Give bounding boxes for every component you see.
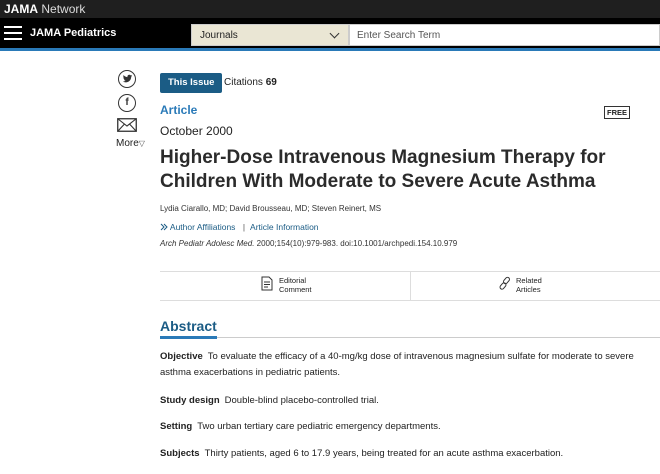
chevron-down-icon [329, 28, 340, 39]
journals-dropdown[interactable]: Journals [191, 24, 349, 46]
double-chevron-icon [160, 223, 168, 231]
abstract-subjects: Subjects Thirty patients, aged 6 to 17.9 … [160, 446, 660, 462]
jama-network-logo[interactable]: JAMA Network [4, 2, 85, 16]
abstract-objective: Objective To evaluate the efficacy of a 4… [160, 349, 660, 381]
abstract-setting: Setting Two urban tertiary care pediatric… [160, 419, 660, 435]
document-icon [261, 276, 273, 291]
abstract-section-label: Subjects [160, 448, 200, 459]
top-bar: JAMA Network [0, 0, 660, 18]
abstract-section-text: Two urban tertiary care pediatric emerge… [197, 421, 441, 432]
nav-bar: JAMA Pediatrics Journals [0, 18, 660, 51]
article-type: Article [160, 103, 198, 117]
facebook-icon[interactable]: f [118, 94, 136, 112]
more-label: More [116, 138, 139, 149]
email-icon[interactable] [117, 118, 137, 132]
abstract-heading: Abstract [160, 318, 660, 339]
author-list: Lydia Ciarallo, MD; David Brousseau, MD;… [160, 204, 382, 213]
abstract-section-text: Double-blind placebo-controlled trial. [224, 395, 379, 406]
related-label-line1: Related [516, 276, 542, 285]
more-arrow-icon: ▽ [138, 139, 145, 148]
twitter-icon[interactable] [118, 70, 136, 88]
brand-network: Network [41, 2, 86, 16]
tools-divider [410, 272, 411, 300]
citations-count: 69 [265, 77, 277, 88]
citations-link[interactable]: Citations 69 [224, 77, 277, 88]
citation-details: 2000;154(10):979-983. doi:10.1001/archpe… [254, 239, 458, 248]
citations-label: Citations [224, 77, 263, 88]
abstract-heading-text: Abstract [160, 318, 217, 339]
share-bar: f More▽ [116, 70, 145, 149]
abstract-section-text: To evaluate the efficacy of a 40-mg/kg d… [160, 351, 634, 378]
more-share-button[interactable]: More▽ [116, 138, 145, 149]
abstract-section-text: Thirty patients, aged 6 to 17.9 years, b… [204, 448, 564, 459]
link-separator: | [242, 222, 246, 232]
article-information-link[interactable]: Article Information [250, 222, 319, 232]
citation-journal: Arch Pediatr Adolesc Med. [160, 239, 255, 248]
article-tools: Editorial Comment Related Articles [160, 271, 660, 301]
editorial-label-line1: Editorial [279, 276, 307, 285]
abstract-section-label: Study design [160, 395, 220, 406]
citation-line: Arch Pediatr Adolesc Med. 2000;154(10):9… [160, 239, 457, 248]
abstract-section-label: Objective [160, 351, 203, 362]
free-badge: FREE [603, 106, 630, 119]
author-affiliations-label: Author Affiliations [169, 222, 236, 232]
publication-date: October 2000 [160, 124, 233, 138]
related-label-line2: Articles [516, 285, 541, 294]
author-affiliations-link[interactable]: Author Affiliations [160, 222, 238, 232]
search-input[interactable] [349, 24, 660, 46]
this-issue-button[interactable]: This Issue [160, 73, 223, 93]
article-title: Higher-Dose Intravenous Magnesium Therap… [160, 147, 606, 192]
brand-jama: JAMA [4, 2, 39, 16]
journal-name[interactable]: JAMA Pediatrics [30, 27, 116, 39]
editorial-label-line2: Comment [279, 285, 312, 294]
journals-dropdown-value: Journals [200, 30, 238, 41]
abstract-section-label: Setting [160, 421, 193, 432]
link-icon [499, 276, 510, 290]
abstract-study-design: Study design Double-blind placebo-control… [160, 393, 660, 409]
hamburger-menu-icon[interactable] [4, 26, 22, 41]
article-info-links: Author Affiliations | Article Information [160, 222, 319, 232]
